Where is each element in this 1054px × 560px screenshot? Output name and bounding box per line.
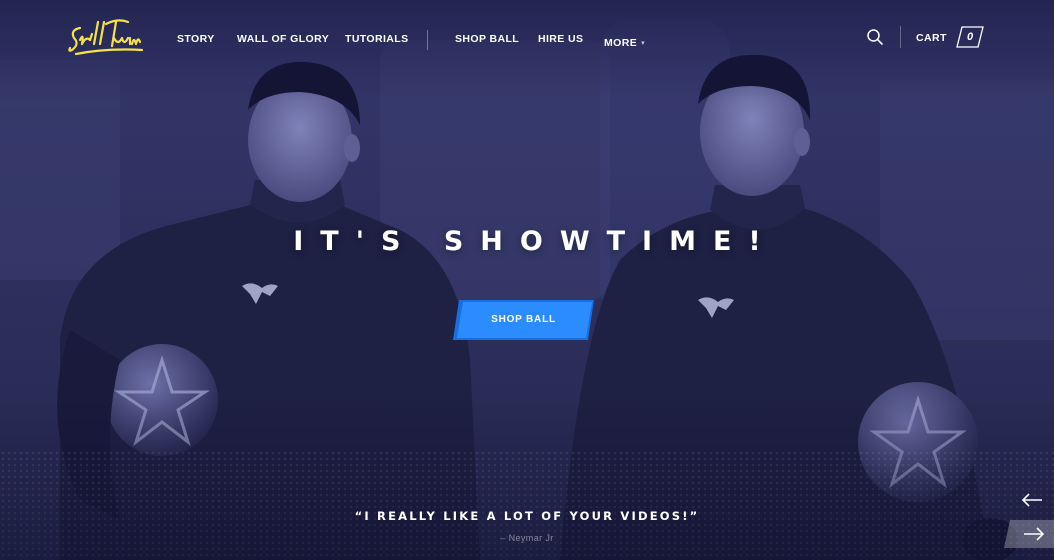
search-button[interactable] <box>866 28 884 46</box>
nav-more-label[interactable]: MORE <box>604 37 637 49</box>
utility-divider <box>900 26 901 48</box>
slider-prev-button[interactable] <box>1018 490 1046 510</box>
shop-ball-button-label: SHOP BALL <box>491 314 556 325</box>
arrow-left-icon <box>1021 493 1042 507</box>
site-header: STORY WALL OF GLORY TUTORIALS SHOP BALL … <box>0 0 1054 78</box>
nav-item-shop-ball[interactable]: SHOP BALL <box>455 33 519 45</box>
brand-logo[interactable] <box>66 14 146 60</box>
nav-item-wall-of-glory[interactable]: WALL OF GLORY <box>237 33 329 45</box>
nav-item-tutorials[interactable]: TUTORIALS <box>345 33 409 45</box>
slider-next-button[interactable] <box>1004 520 1054 548</box>
testimonial-author: – Neymar Jr <box>500 533 554 543</box>
chevron-down-icon: ▾ <box>641 40 645 47</box>
shop-ball-button[interactable]: SHOP BALL <box>453 300 594 340</box>
search-icon <box>867 29 883 45</box>
hero-section <box>0 0 1054 560</box>
cart-count-badge[interactable]: 0 <box>956 26 984 48</box>
nav-item-hire-us[interactable]: HIRE US <box>538 33 583 45</box>
nav-divider <box>427 30 428 50</box>
skilltwins-logo-icon <box>68 19 144 56</box>
hero-headline: IT'S SHOWTIME! <box>293 226 778 257</box>
cart-count: 0 <box>966 31 974 43</box>
cart-link[interactable]: CART <box>916 32 947 44</box>
nav-item-story[interactable]: STORY <box>177 33 215 45</box>
overlay-gradient <box>0 0 1054 560</box>
testimonial-quote: “I REALLY LIKE A LOT OF YOUR VIDEOS!” <box>354 509 700 523</box>
nav-item-more[interactable]: MORE ▾ <box>604 33 645 49</box>
arrow-right-icon <box>1024 527 1045 541</box>
